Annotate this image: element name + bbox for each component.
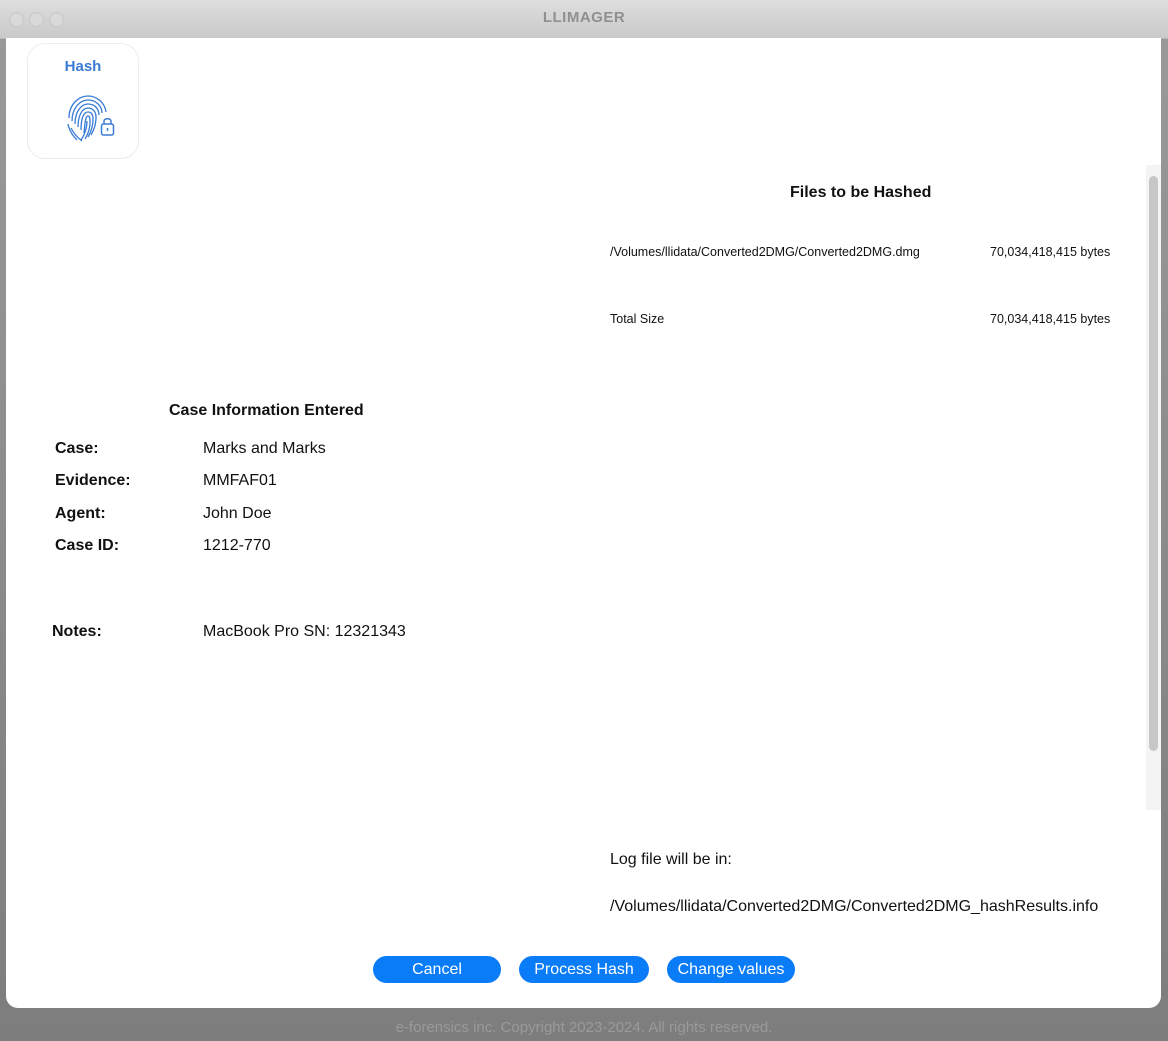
total-size-row: Total Size 70,034,418,415 bytes [610,312,1130,326]
change-values-button[interactable]: Change values [667,956,795,983]
agent-label: Agent: [55,505,106,522]
log-file-label: Log file will be in: [610,851,732,868]
log-file-path: /Volumes/llidata/Converted2DMG/Converted… [610,898,1099,915]
files-heading: Files to be Hashed [790,184,932,201]
file-row: /Volumes/llidata/Converted2DMG/Converted… [610,245,1130,259]
notes-label: Notes: [52,623,102,640]
case-id-value: 1212-770 [203,537,271,554]
evidence-value: MMFAF01 [203,472,277,489]
case-info-heading: Case Information Entered [169,402,364,419]
app-icon: Hash [27,43,139,159]
cancel-button[interactable]: Cancel [373,956,501,983]
window-title: LLIMAGER [542,9,626,26]
vertical-scrollbar[interactable] [1149,176,1158,751]
file-path: /Volumes/llidata/Converted2DMG/Converted… [610,245,920,259]
total-size-label: Total Size [610,312,665,326]
process-hash-button[interactable]: Process Hash [519,956,649,983]
total-size-value: 70,034,418,415 bytes [990,312,1111,326]
copyright-footer: e-forensics inc. Copyright 2023-2024. Al… [395,1019,773,1036]
title-bar: LLIMAGER [0,0,1168,39]
case-value: Marks and Marks [203,440,326,457]
dialog-sheet [6,38,1161,1008]
evidence-label: Evidence: [55,472,131,489]
case-id-label: Case ID: [55,537,120,554]
case-label: Case: [55,440,99,457]
app-icon-label: Hash [64,58,102,75]
notes-value: MacBook Pro SN: 12321343 [203,623,406,640]
file-size: 70,034,418,415 bytes [990,245,1111,259]
agent-value: John Doe [203,505,272,522]
fingerprint-lock-icon [67,95,115,142]
